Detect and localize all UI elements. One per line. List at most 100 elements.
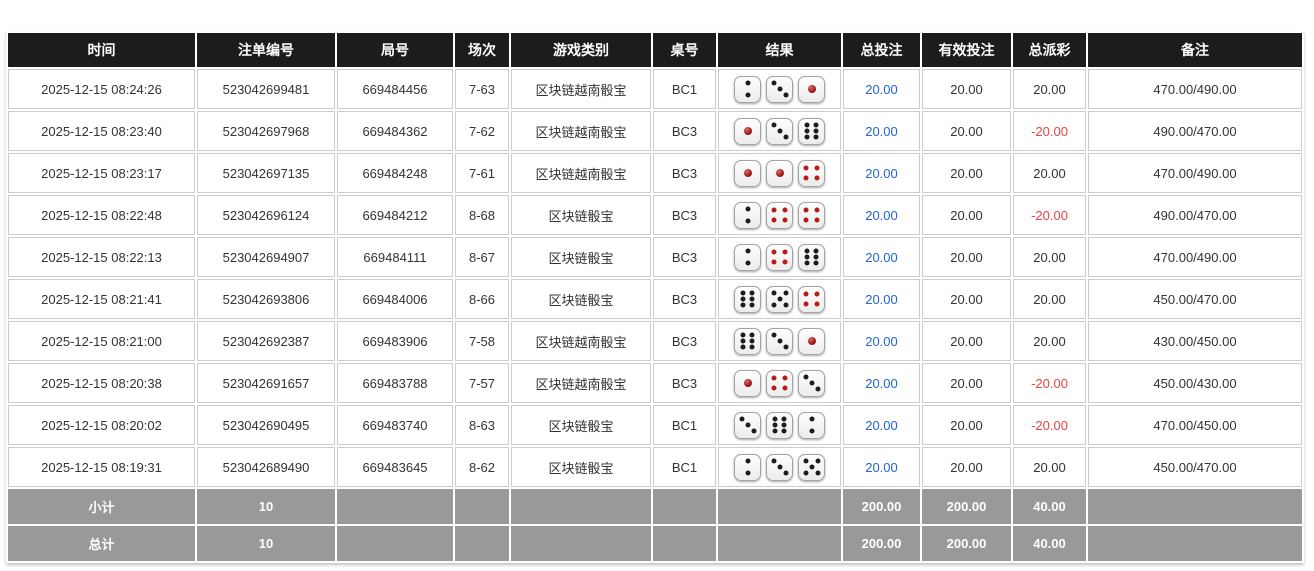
cell-time: 2025-12-15 08:20:38 [8,363,195,403]
cell-round_id: 669484111 [337,237,453,277]
die-2-icon [734,453,761,481]
col-header-session: 场次 [455,33,509,67]
die-pip [749,296,755,302]
table-row: 2025-12-15 08:20:02 523042690495 669483740… [8,405,1302,445]
die-pip [809,416,814,422]
total-bet-link[interactable]: 20.00 [865,418,898,433]
footer-cell-total-valid_bet: 200.00 [922,526,1011,561]
cell-valid_bet: 20.00 [922,195,1011,235]
footer-cell-subtotal-table_no [653,489,716,524]
die-pip [814,301,820,307]
footer-cell-total-result [718,526,841,561]
cell-game_type: 区块链越南骰宝 [511,321,651,361]
die-pip [804,134,810,140]
cell-session: 7-63 [455,69,509,109]
header-row: 时间 注单编号 局号 场次 游戏类别 桌号 结果 总投注 有效投注 总派彩 备注 [8,33,1302,67]
cell-session: 7-62 [455,111,509,151]
cell-result [718,237,841,277]
cell-round_id: 669484456 [337,69,453,109]
cell-remark: 470.00/490.00 [1088,237,1302,277]
die-pip [772,428,778,434]
total-bet-link[interactable]: 20.00 [865,250,898,265]
cell-total_payout: -20.00 [1013,363,1086,403]
col-header-valid_bet: 有效投注 [922,33,1011,67]
die-pip [771,207,777,213]
die-pip [771,259,777,265]
total-bet-link[interactable]: 20.00 [865,208,898,223]
die-pip [813,248,819,254]
cell-valid_bet: 20.00 [922,69,1011,109]
die-pip [803,217,809,223]
table-row: 2025-12-15 08:23:17 523042697135 669484248… [8,153,1302,193]
cell-session: 8-62 [455,447,509,487]
dice-result [719,243,840,271]
footer-cell-total-table_no [653,526,716,561]
footer-cell-total-time: 总计 [8,526,195,561]
total-bet-link[interactable]: 20.00 [865,166,898,181]
total-bet-link[interactable]: 20.00 [865,292,898,307]
die-3-icon [766,117,793,145]
col-header-total_bet: 总投注 [843,33,920,67]
die-pip [807,85,816,93]
die-pip [809,464,814,470]
die-pip [771,385,777,391]
die-2-icon [734,201,761,229]
footer-cell-subtotal-remark [1088,489,1302,524]
die-pip [751,428,756,434]
cell-total_bet: 20.00 [843,321,920,361]
cell-table_no: BC3 [653,279,716,319]
footer-row-total: 总计 10 200.00 200.00 40.00 [8,526,1302,561]
die-pip [749,344,755,350]
die-pip [782,217,788,223]
die-pip [740,338,746,344]
footer-row-subtotal: 小计 10 200.00 200.00 40.00 [8,489,1302,524]
die-pip [814,165,820,171]
die-pip [813,254,819,260]
die-pip [783,290,788,296]
footer-cell-subtotal-bet_id: 10 [197,489,335,524]
cell-time: 2025-12-15 08:21:00 [8,321,195,361]
die-pip [804,260,810,266]
cell-remark: 470.00/490.00 [1088,153,1302,193]
die-pip [803,470,808,476]
die-pip [803,301,809,307]
col-header-total_payout: 总派彩 [1013,33,1086,67]
total-bet-link[interactable]: 20.00 [865,460,898,475]
die-pip [803,165,809,171]
table-row: 2025-12-15 08:24:26 523042699481 669484456… [8,69,1302,109]
footer-cell-total-session [455,526,509,561]
footer-cell-total-round_id [337,526,453,561]
die-pip [815,386,820,392]
cell-total_bet: 20.00 [843,405,920,445]
die-4-icon [798,159,825,187]
die-pip [804,254,810,260]
die-pip [743,379,752,387]
die-pip [743,169,752,177]
table-row: 2025-12-15 08:21:00 523042692387 669483906… [8,321,1302,361]
cell-time: 2025-12-15 08:22:13 [8,237,195,277]
cell-time: 2025-12-15 08:20:02 [8,405,195,445]
total-bet-link[interactable]: 20.00 [865,376,898,391]
cell-table_no: BC3 [653,237,716,277]
total-bet-link[interactable]: 20.00 [865,82,898,97]
cell-remark: 470.00/490.00 [1088,69,1302,109]
cell-session: 8-67 [455,237,509,277]
cell-result [718,447,841,487]
cell-total_bet: 20.00 [843,69,920,109]
cell-result [718,111,841,151]
cell-remark: 430.00/450.00 [1088,321,1302,361]
total-bet-link[interactable]: 20.00 [865,124,898,139]
total-bet-link[interactable]: 20.00 [865,334,898,349]
die-pip [740,332,746,338]
die-pip [777,464,782,470]
cell-bet_id: 523042697968 [197,111,335,151]
col-header-round_id: 局号 [337,33,453,67]
cell-round_id: 669483788 [337,363,453,403]
cell-result [718,195,841,235]
cell-game_type: 区块链越南骰宝 [511,153,651,193]
dice-result [719,453,840,481]
cell-game_type: 区块链骰宝 [511,237,651,277]
footer-cell-subtotal-round_id [337,489,453,524]
die-3-icon [798,369,825,397]
cell-table_no: BC1 [653,447,716,487]
